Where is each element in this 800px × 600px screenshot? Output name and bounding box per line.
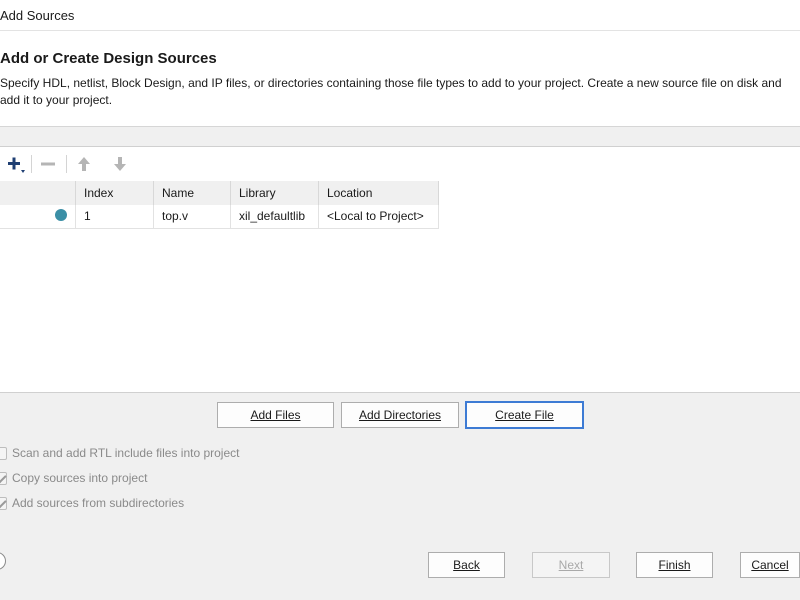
table-header-row: Index Name Library Location [0,181,439,205]
cell-library: xil_defaultlib [230,205,319,229]
move-up-button[interactable] [73,153,95,175]
status-dot-icon [55,208,67,221]
subdirectories-label: Add sources from subdirectories [12,496,185,510]
help-icon[interactable] [0,552,6,570]
option-scan-rtl[interactable]: Scan and add RTL include files into proj… [0,444,239,462]
column-header-location[interactable]: Location [318,181,439,205]
title-bar: Add Sources [0,0,800,31]
cancel-button[interactable]: Cancel [740,552,800,578]
arrow-up-icon [78,157,90,171]
cell-index: 1 [75,205,154,229]
back-button[interactable]: Back [428,552,505,578]
cell-name: top.v [153,205,231,229]
copy-sources-label: Copy sources into project [12,471,148,485]
page-description: Specify HDL, netlist, Block Design, and … [0,76,782,107]
toolbar-separator [31,155,32,173]
plus-icon [8,157,25,173]
wizard-body: Index Name Library Location 1 top.v xil_… [0,126,800,600]
minus-icon [41,162,55,166]
page-heading: Add or Create Design Sources [0,50,217,67]
move-down-button[interactable] [109,153,131,175]
arrow-down-icon [114,157,126,171]
add-directories-button[interactable]: Add Directories [341,402,459,428]
add-source-button[interactable] [2,153,28,175]
option-subdirectories[interactable]: Add sources from subdirectories [0,494,184,512]
scan-rtl-label: Scan and add RTL include files into proj… [12,446,240,460]
wizard-header: Add or Create Design Sources Specify HDL… [0,31,800,126]
finish-button[interactable]: Finish [636,552,713,578]
remove-source-button[interactable] [37,153,59,175]
column-header-name[interactable]: Name [153,181,231,205]
sources-toolbar [0,147,800,181]
toolbar-separator [66,155,67,173]
add-files-button[interactable]: Add Files [217,402,334,428]
next-button[interactable]: Next [532,552,610,578]
option-copy-sources[interactable]: Copy sources into project [0,469,147,487]
table-row[interactable]: 1 top.v xil_defaultlib <Local to Project… [0,205,439,229]
copy-sources-checkbox[interactable] [0,471,7,485]
scan-rtl-checkbox[interactable] [0,446,7,460]
cell-location: <Local to Project> [318,205,439,229]
create-file-button[interactable]: Create File [465,401,584,429]
sources-panel: Index Name Library Location 1 top.v xil_… [0,146,800,393]
subdirectories-checkbox[interactable] [0,496,7,510]
sources-table: Index Name Library Location 1 top.v xil_… [0,181,439,229]
window-title: Add Sources [0,8,75,23]
column-header-index[interactable]: Index [75,181,154,205]
column-header-status[interactable] [0,181,76,205]
cell-status [0,205,76,229]
column-header-library[interactable]: Library [230,181,319,205]
